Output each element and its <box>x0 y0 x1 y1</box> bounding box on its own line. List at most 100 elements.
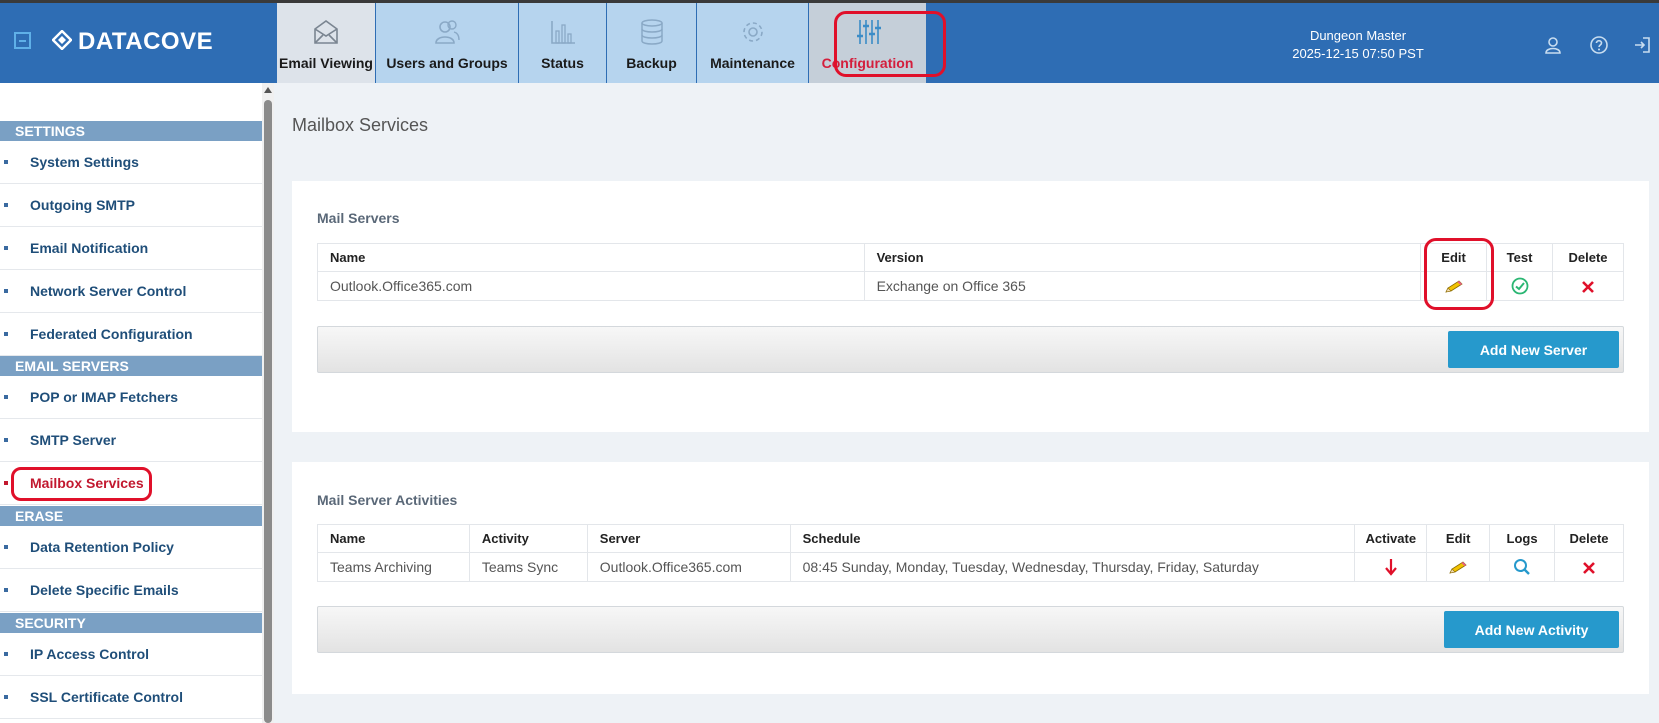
column-header-edit: Edit <box>1426 524 1491 553</box>
mail-server-activities-panel: Mail Server Activities Name Activity Ser… <box>292 462 1649 694</box>
column-header-server: Server <box>586 524 791 553</box>
tab-status[interactable]: Status <box>519 3 607 83</box>
sidebar-item-email-notification[interactable]: Email Notification <box>0 227 262 270</box>
activity-schedule-cell: 08:45 Sunday, Monday, Tuesday, Wednesday… <box>789 552 1356 582</box>
sidebar-section-erase: ERASE <box>0 506 262 526</box>
page-title: Mailbox Services <box>292 115 429 135</box>
tab-configuration[interactable]: Configuration <box>809 3 927 83</box>
sidebar-item-ip-access-control[interactable]: IP Access Control <box>0 633 262 676</box>
mail-servers-table: Name Version Edit Test Delete Outlook.Of… <box>317 243 1624 301</box>
sidebar-item-delete-specific-emails[interactable]: Delete Specific Emails <box>0 569 262 612</box>
table-header-row: Name Version Edit Test Delete <box>317 243 1624 272</box>
sidebar-scroll-thumb[interactable] <box>264 100 272 723</box>
sidebar-item-mailbox-services[interactable]: Mailbox Services <box>0 462 262 505</box>
sidebar-item-outgoing-smtp[interactable]: Outgoing SMTP <box>0 184 262 227</box>
column-header-delete: Delete <box>1552 243 1624 272</box>
sidebar-item-label: System Settings <box>30 154 139 170</box>
sidebar-item-system-settings[interactable]: System Settings <box>0 141 262 184</box>
help-icon[interactable] <box>1589 35 1609 55</box>
logs-cell <box>1489 552 1556 582</box>
envelope-icon <box>314 20 338 44</box>
add-new-activity-button[interactable]: Add New Activity <box>1444 611 1619 648</box>
activity-server-cell: Outlook.Office365.com <box>586 552 791 582</box>
sidebar-item-label: Federated Configuration <box>30 326 193 342</box>
mail-servers-button-bar: Add New Server <box>317 326 1624 373</box>
activities-button-bar: Add New Activity <box>317 606 1624 653</box>
app-logo-text: DATACOVE <box>78 28 214 55</box>
sidebar-item-federated-configuration[interactable]: Federated Configuration <box>0 313 262 356</box>
delete-x-icon[interactable] <box>1581 280 1595 294</box>
column-header-schedule: Schedule <box>789 524 1356 553</box>
tab-label: Status <box>541 55 584 71</box>
column-header-name: Name <box>317 524 470 553</box>
bullet-icon <box>4 332 8 336</box>
check-circle-icon[interactable] <box>1511 277 1529 295</box>
column-header-logs: Logs <box>1489 524 1556 553</box>
activities-table: Name Activity Server Schedule Activate E… <box>317 524 1624 582</box>
sidebar-section-settings: SETTINGS <box>0 121 262 141</box>
current-datetime: 2025-12-15 07:50 PST <box>1292 46 1424 61</box>
table-row: Teams Archiving Teams Sync Outlook.Offic… <box>317 552 1624 582</box>
bullet-icon <box>4 481 8 485</box>
bullet-icon <box>4 588 8 592</box>
column-header-edit: Edit <box>1420 243 1488 272</box>
delete-cell <box>1554 552 1624 582</box>
tab-backup[interactable]: Backup <box>607 3 697 83</box>
database-icon <box>640 19 663 45</box>
edit-cell <box>1426 552 1491 582</box>
tab-users-and-groups[interactable]: Users and Groups <box>376 3 519 83</box>
sidebar-item-label: Delete Specific Emails <box>30 582 179 598</box>
tab-label: Maintenance <box>710 55 795 71</box>
bullet-icon <box>4 203 8 207</box>
datacove-logo-icon <box>52 30 72 50</box>
arrow-down-icon[interactable] <box>1384 558 1398 576</box>
mail-servers-panel: Mail Servers Name Version Edit Test Dele… <box>292 181 1649 432</box>
gear-icon <box>742 22 763 42</box>
pencil-icon[interactable] <box>1444 279 1464 295</box>
table-row: Outlook.Office365.com Exchange on Office… <box>317 271 1624 301</box>
column-header-test: Test <box>1486 243 1554 272</box>
column-header-version: Version <box>863 243 1422 272</box>
sidebar-item-smtp-server[interactable]: SMTP Server <box>0 419 262 462</box>
tab-label: Users and Groups <box>386 55 508 71</box>
bullet-icon <box>4 160 8 164</box>
pencil-icon[interactable] <box>1448 560 1468 576</box>
users-icon <box>435 20 460 44</box>
sidebar-item-ssl-certificate-control[interactable]: SSL Certificate Control <box>0 676 262 719</box>
edit-cell <box>1420 271 1488 301</box>
bullet-icon <box>4 438 8 442</box>
mail-servers-title: Mail Servers <box>317 210 400 226</box>
sidebar-item-label: Email Notification <box>30 240 149 256</box>
tab-email-viewing[interactable]: Email Viewing <box>277 3 376 83</box>
sidebar-item-network-server-control[interactable]: Network Server Control <box>0 270 262 313</box>
tab-maintenance[interactable]: Maintenance <box>697 3 809 83</box>
activity-name-cell: Teams Archiving <box>317 552 470 582</box>
add-new-server-button[interactable]: Add New Server <box>1448 331 1619 368</box>
bullet-icon <box>4 246 8 250</box>
sidebar-item-label: Data Retention Policy <box>30 539 174 555</box>
bullet-icon <box>4 395 8 399</box>
activity-type-cell: Teams Sync <box>468 552 588 582</box>
delete-x-icon[interactable] <box>1582 561 1596 575</box>
activate-cell <box>1354 552 1428 582</box>
activities-title: Mail Server Activities <box>317 492 458 508</box>
sidebar-collapse-icon[interactable] <box>14 32 31 49</box>
test-cell <box>1486 271 1554 301</box>
logout-icon[interactable] <box>1632 35 1652 55</box>
sliders-icon <box>856 20 881 44</box>
scroll-up-icon[interactable] <box>264 87 272 93</box>
tab-label: Configuration <box>821 55 914 71</box>
bullet-icon <box>4 545 8 549</box>
bar-chart-icon <box>550 21 575 44</box>
sidebar-item-label: Mailbox Services <box>30 475 144 491</box>
user-name: Dungeon Master <box>1309 28 1407 43</box>
sidebar-item-pop-imap-fetchers[interactable]: POP or IMAP Fetchers <box>0 376 262 419</box>
bullet-icon <box>4 652 8 656</box>
user-icon[interactable] <box>1543 35 1563 55</box>
bullet-icon <box>4 289 8 293</box>
magnifier-icon[interactable] <box>1513 558 1531 576</box>
user-info: Dungeon Master 2025-12-15 07:50 PST <box>1253 27 1463 63</box>
bullet-icon <box>4 695 8 699</box>
sidebar-item-data-retention-policy[interactable]: Data Retention Policy <box>0 526 262 569</box>
table-header-row: Name Activity Server Schedule Activate E… <box>317 524 1624 553</box>
